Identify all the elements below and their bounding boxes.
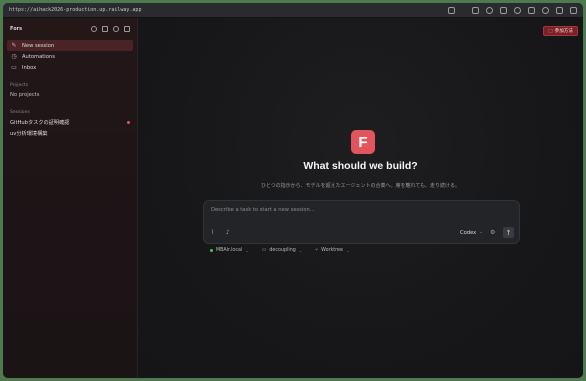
shield-icon[interactable] — [528, 6, 535, 14]
session-options: MBAir.local ⌄ ▭ decoupling ⌄ ⑂ Worktree … — [210, 247, 349, 253]
chevron-down-icon: ⌄ — [345, 247, 350, 253]
mode-selector[interactable]: ⑂ Worktree ⌄ — [315, 247, 349, 253]
agent-label: Codex — [459, 229, 477, 236]
sidebar-toggle-icon[interactable] — [570, 6, 577, 14]
sidebar-header: Fors — [3, 18, 137, 40]
main-panel: ⬚ 参加方法 F What should we build? ひとつの指示から、… — [138, 18, 583, 378]
collapse-sidebar-icon[interactable] — [124, 26, 130, 32]
app-window: https://aihack2026-production.up.railway… — [3, 3, 583, 378]
machine-selector[interactable]: MBAir.local ⌄ — [210, 247, 249, 253]
clock-icon: ◷ — [11, 52, 17, 60]
sidebar-item-label: New session — [22, 42, 55, 49]
sidebar-item-new-session[interactable]: ✎ New session — [7, 40, 133, 51]
sessions-heading: Sessions — [10, 110, 30, 115]
branch-icon: ⑂ — [315, 247, 319, 253]
search-icon[interactable] — [91, 26, 97, 32]
app-name: Fors — [10, 26, 23, 32]
link-icon[interactable] — [448, 6, 455, 14]
download-icon[interactable] — [556, 6, 563, 14]
page-subtitle: ひとつの指示から、モデルを超えたエージェントの合奏へ。席を離れても、走り続ける。 — [260, 183, 460, 189]
join-button[interactable]: ⬚ 参加方法 — [543, 26, 578, 36]
target-icon[interactable] — [514, 6, 521, 14]
session-label: GitHubタスクの証明確認 — [10, 120, 70, 126]
sidebar-item-automations[interactable]: ◷ Automations — [7, 51, 133, 62]
url-text[interactable]: https://aihack2026-production.up.railway… — [9, 7, 448, 13]
session-item[interactable]: GitHubタスクの証明確認 — [3, 117, 137, 128]
extension-icon[interactable] — [500, 6, 507, 14]
sidebar: Fors ✎ New session ◷ Automations ▭ Inbox… — [3, 18, 138, 378]
folder-selector[interactable]: ▭ decoupling ⌄ — [262, 247, 303, 253]
folder-icon: ▭ — [261, 247, 267, 253]
task-composer[interactable]: Describe a task to start a new session..… — [203, 200, 520, 244]
agent-selector[interactable]: Codex ⌄ — [460, 230, 483, 236]
eye-icon[interactable] — [542, 6, 549, 14]
mode-label: Worktree — [321, 247, 343, 253]
unread-dot — [127, 121, 130, 124]
chevron-down-icon: ⌄ — [298, 247, 303, 253]
projects-heading: Projects — [10, 83, 29, 88]
browser-url-bar: https://aihack2026-production.up.railway… — [3, 3, 583, 18]
page-title: What should we build? — [303, 160, 418, 172]
attach-icon[interactable]: ⌇ — [211, 230, 217, 236]
send-button[interactable]: ↑ — [503, 227, 514, 238]
online-status-dot — [210, 248, 213, 252]
microphone-icon[interactable]: ♪ — [226, 230, 232, 236]
sidebar-item-label: Automations — [22, 53, 55, 60]
settings-icon[interactable]: ⚙ — [490, 229, 496, 236]
session-item[interactable]: uv分析環境構築 — [3, 128, 137, 139]
projects-empty-text: No projects — [10, 92, 40, 98]
folder-label: decoupling — [269, 247, 296, 253]
session-label: uv分析環境構築 — [10, 131, 48, 137]
reader-icon[interactable] — [472, 6, 479, 14]
grid-icon[interactable] — [102, 26, 108, 32]
sidebar-item-inbox[interactable]: ▭ Inbox — [7, 62, 133, 73]
inbox-icon: ▭ — [11, 63, 17, 71]
app-logo: F — [351, 130, 375, 154]
join-button-label: 参加方法 — [554, 29, 573, 34]
globe-icon[interactable] — [486, 6, 493, 14]
compose-icon: ✎ — [11, 41, 17, 49]
chevron-down-icon: ⌄ — [245, 247, 249, 253]
machine-label: MBAir.local — [216, 247, 243, 253]
chevron-down-icon: ⌄ — [479, 230, 483, 235]
sidebar-item-label: Inbox — [22, 64, 37, 71]
gear-icon[interactable] — [113, 26, 119, 32]
join-icon: ⬚ — [548, 28, 553, 34]
task-input-placeholder[interactable]: Describe a task to start a new session..… — [211, 207, 315, 213]
